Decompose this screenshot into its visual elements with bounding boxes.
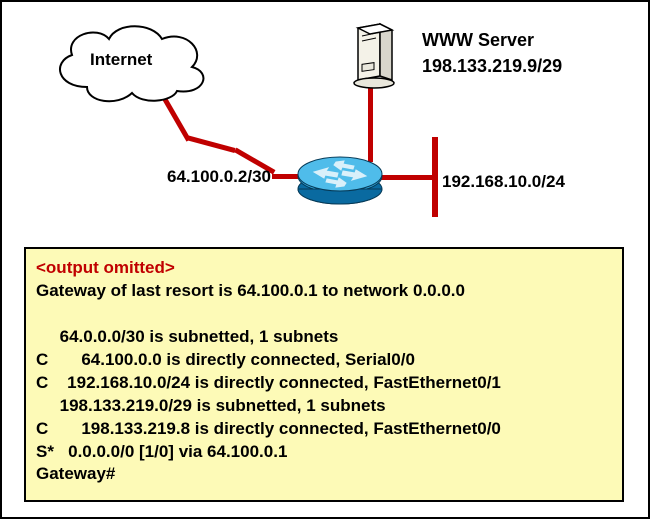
server-label: WWW Server xyxy=(422,30,534,51)
route-64-connected: C 64.100.0.0 is directly connected, Seri… xyxy=(36,350,415,369)
output-omitted: <output omitted> xyxy=(36,258,175,277)
internet-label: Internet xyxy=(90,50,152,70)
route-64-subnetted: 64.0.0.0/30 is subnetted, 1 subnets xyxy=(36,327,338,346)
link-wan-seg2 xyxy=(186,135,236,153)
route-198-connected: C 198.133.219.8 is directly connected, F… xyxy=(36,419,501,438)
server-icon xyxy=(350,22,398,95)
lan-net-label: 192.168.10.0/24 xyxy=(442,172,565,192)
link-lan-h xyxy=(380,175,435,180)
route-default: S* 0.0.0.0/0 [1/0] via 64.100.0.1 xyxy=(36,442,287,461)
routing-table-output: <output omitted> Gateway of last resort … xyxy=(24,247,624,502)
gateway-last-resort: Gateway of last resort is 64.100.0.1 to … xyxy=(36,281,465,300)
wan-ip-label: 64.100.0.2/30 xyxy=(167,167,271,187)
prompt: Gateway# xyxy=(36,464,115,483)
figure-frame: Internet WWW Server 198.133.219.9/29 xyxy=(0,0,650,519)
route-192-connected: C 192.168.10.0/24 is directly connected,… xyxy=(36,373,501,392)
server-ip: 198.133.219.9/29 xyxy=(422,56,562,77)
link-lan-v xyxy=(432,137,438,217)
route-198-subnetted: 198.133.219.0/29 is subnetted, 1 subnets xyxy=(36,396,386,415)
router-icon xyxy=(294,152,386,212)
network-diagram: Internet WWW Server 198.133.219.9/29 xyxy=(2,2,648,242)
